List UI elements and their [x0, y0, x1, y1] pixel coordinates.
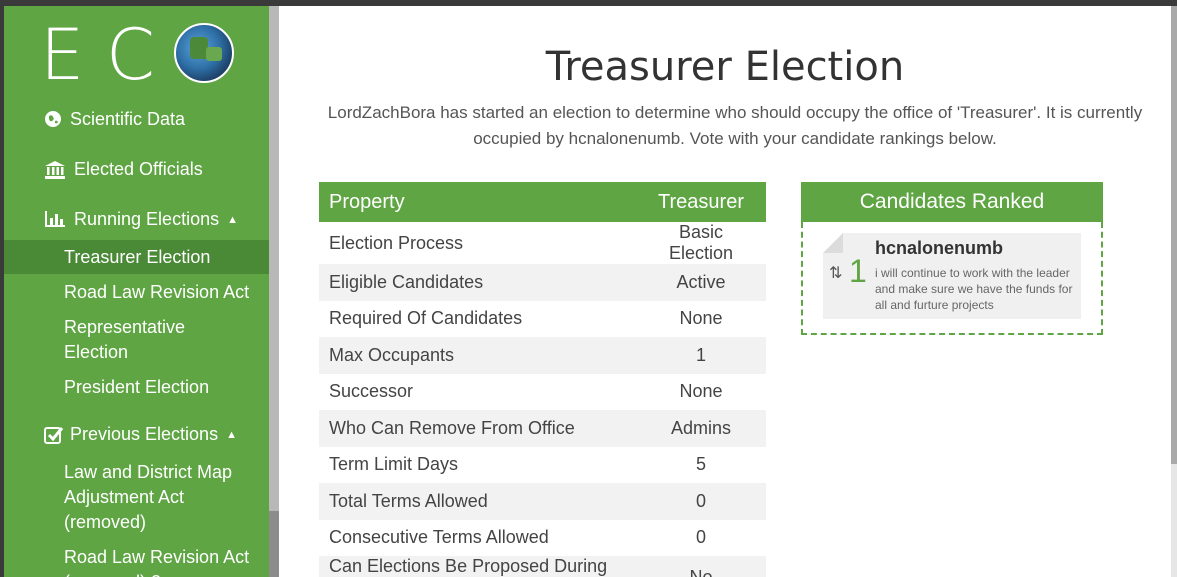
- table-row: Eligible Candidates Active: [319, 264, 766, 301]
- running-item-representative[interactable]: Representative Election: [64, 315, 214, 365]
- table-row: Can Elections Be Proposed During TermNo: [319, 556, 766, 577]
- property-name: Successor: [329, 381, 414, 402]
- property-value: None: [679, 308, 723, 329]
- table-row: Successor None: [319, 374, 766, 411]
- candidate-name: hcnalonenumb: [875, 238, 1004, 258]
- nav-running-elections[interactable]: Running Elections ▲: [44, 209, 238, 230]
- nav-running-elections-label: Running Elections: [74, 209, 220, 229]
- property-value: No: [636, 556, 766, 577]
- property-name: Max Occupants: [319, 337, 637, 374]
- table-row: Required Of Candidates None: [319, 301, 766, 338]
- bank-icon: [44, 160, 68, 180]
- candidates-drop-zone[interactable]: ⇅ 1 hcnalonenumb i will continue to work…: [801, 222, 1103, 335]
- property-name: Consecutive Terms Allowed: [329, 527, 549, 548]
- previous-item-road-law[interactable]: Road Law Revision Act (removed) 2: [64, 545, 254, 577]
- table-row: Max Occupants 1: [319, 337, 766, 374]
- globe-small-icon: [44, 110, 64, 130]
- running-item-president[interactable]: President Election: [64, 375, 264, 400]
- property-value: None: [679, 381, 723, 402]
- col-property-header: Property: [319, 182, 637, 222]
- candidate-rank: 1: [849, 253, 867, 289]
- caret-up-icon: ▲: [227, 213, 238, 226]
- candidate-bio: i will continue to work with the leader …: [875, 266, 1073, 312]
- page-title: Treasurer Election: [545, 44, 905, 90]
- checkbox-icon: [44, 425, 64, 445]
- property-name: Term Limit Days: [329, 454, 459, 475]
- nav-previous-elections-label: Previous Elections: [70, 424, 219, 444]
- drag-sort-icon[interactable]: ⇅: [829, 263, 842, 283]
- main-content: Treasurer Election LordZachBora has star…: [279, 6, 1171, 577]
- previous-item-law-district[interactable]: Law and District Map Adjustment Act (rem…: [64, 460, 234, 535]
- sidebar: E C Scientific Data Elected Officials Ru…: [4, 6, 269, 577]
- property-name: Election Process: [329, 232, 464, 253]
- eco-logo[interactable]: E C: [40, 20, 240, 90]
- property-value: Admins: [636, 410, 766, 447]
- caret-up-icon: ▲: [226, 428, 237, 441]
- main-scrollbar[interactable]: [1171, 6, 1177, 577]
- table-row: Who Can Remove From Office Admins: [319, 410, 766, 447]
- nav-scientific-data[interactable]: Scientific Data: [44, 109, 185, 130]
- table-header-row: Property Treasurer: [319, 182, 766, 222]
- running-item-road-law[interactable]: Road Law Revision Act: [64, 280, 264, 305]
- property-value: Basic Election: [669, 222, 734, 263]
- candidate-card[interactable]: ⇅ 1 hcnalonenumb i will continue to work…: [823, 233, 1081, 319]
- candidates-heading: Candidates Ranked: [801, 182, 1103, 222]
- nav-elected-officials-label: Elected Officials: [74, 159, 203, 179]
- nav-previous-elections[interactable]: Previous Elections ▲: [44, 424, 237, 445]
- table-row: Total Terms Allowed 0: [319, 483, 766, 520]
- table-row: Term Limit Days 5: [319, 447, 766, 484]
- property-name: Total Terms Allowed: [319, 483, 637, 520]
- sidebar-scrollbar[interactable]: [269, 6, 279, 577]
- property-value: 5: [696, 454, 707, 475]
- bar-chart-icon: [44, 210, 68, 230]
- property-value: 0: [636, 483, 766, 520]
- nav-scientific-data-label: Scientific Data: [70, 109, 186, 129]
- election-description: LordZachBora has started an election to …: [327, 103, 1143, 148]
- property-value: 0: [696, 527, 707, 548]
- candidates-panel: Candidates Ranked ⇅ 1 hcnalonenumb i wil…: [801, 182, 1103, 335]
- table-row: Election Process Basic Election: [319, 222, 766, 264]
- col-value-header: Treasurer: [636, 182, 766, 222]
- property-name: Who Can Remove From Office: [319, 410, 637, 447]
- logo-letter-e: E: [40, 14, 85, 96]
- property-name: Required Of Candidates: [329, 308, 523, 329]
- running-item-treasurer[interactable]: Treasurer Election: [64, 245, 264, 270]
- properties-table: Property Treasurer Election Process Basic…: [319, 182, 766, 577]
- nav-elected-officials[interactable]: Elected Officials: [44, 159, 203, 180]
- logo-letter-c: C: [106, 14, 155, 96]
- property-value: Active: [636, 264, 766, 301]
- table-row: Consecutive Terms Allowed 0: [319, 520, 766, 557]
- property-name: Can Elections Be Proposed During Term: [319, 556, 637, 577]
- property-name: Eligible Candidates: [319, 264, 637, 301]
- globe-icon: [174, 23, 234, 83]
- property-value: 1: [636, 337, 766, 374]
